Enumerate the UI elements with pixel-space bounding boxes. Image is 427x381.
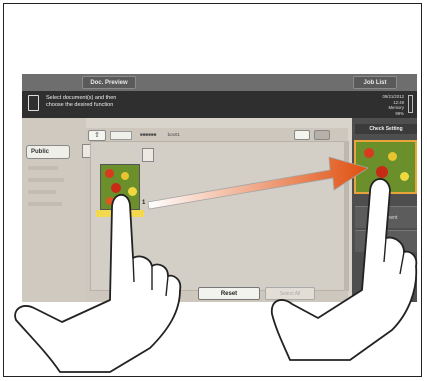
thumbnail-number: 1: [142, 200, 146, 206]
memory-bar-icon: [408, 95, 413, 113]
faint-row: [28, 202, 62, 206]
path-box: [110, 131, 132, 140]
top-bar: Doc. Preview Job List: [22, 74, 417, 91]
box-path: ■■■■■■ box01: [140, 132, 180, 137]
status-date: 09/21/2012: [382, 94, 404, 99]
thumbnail-label: [96, 210, 144, 217]
drop-target-thumbnail[interactable]: [354, 140, 417, 194]
doc-preview-button[interactable]: Doc. Preview: [82, 76, 136, 89]
document-icon: [28, 95, 39, 111]
box-type-panel: Public: [22, 118, 86, 302]
faint-row: [28, 178, 64, 182]
control-panel-screen: Doc. Preview Job List Select document(s)…: [22, 74, 417, 302]
faint-row: [28, 166, 58, 170]
reset-button[interactable]: Reset: [198, 287, 260, 300]
public-tab[interactable]: Public: [26, 145, 70, 159]
thumbnail-view-button[interactable]: [294, 130, 310, 140]
document-thumbnail[interactable]: [100, 164, 140, 210]
list-view-button[interactable]: [314, 130, 330, 140]
check-setting-button[interactable]: Check Setting: [355, 124, 417, 134]
faint-row: [28, 190, 56, 194]
document-button[interactable]: Document: [355, 206, 417, 228]
message-bar: Select document(s) and then choose the d…: [22, 91, 417, 118]
detail-menu-button[interactable]: Detail Menu: [355, 230, 417, 252]
job-list-button[interactable]: Job List: [353, 76, 397, 89]
instruction-message: Select document(s) and then choose the d…: [46, 95, 117, 108]
scrollbar[interactable]: [344, 141, 349, 291]
select-all-button[interactable]: Select All: [265, 287, 315, 300]
folder-icon: [142, 148, 154, 162]
memory-value: 99%: [395, 110, 404, 116]
up-arrow-icon[interactable]: ⇧: [88, 130, 106, 141]
status-info: 09/21/2012 12:49 Memory 99%: [382, 94, 404, 116]
